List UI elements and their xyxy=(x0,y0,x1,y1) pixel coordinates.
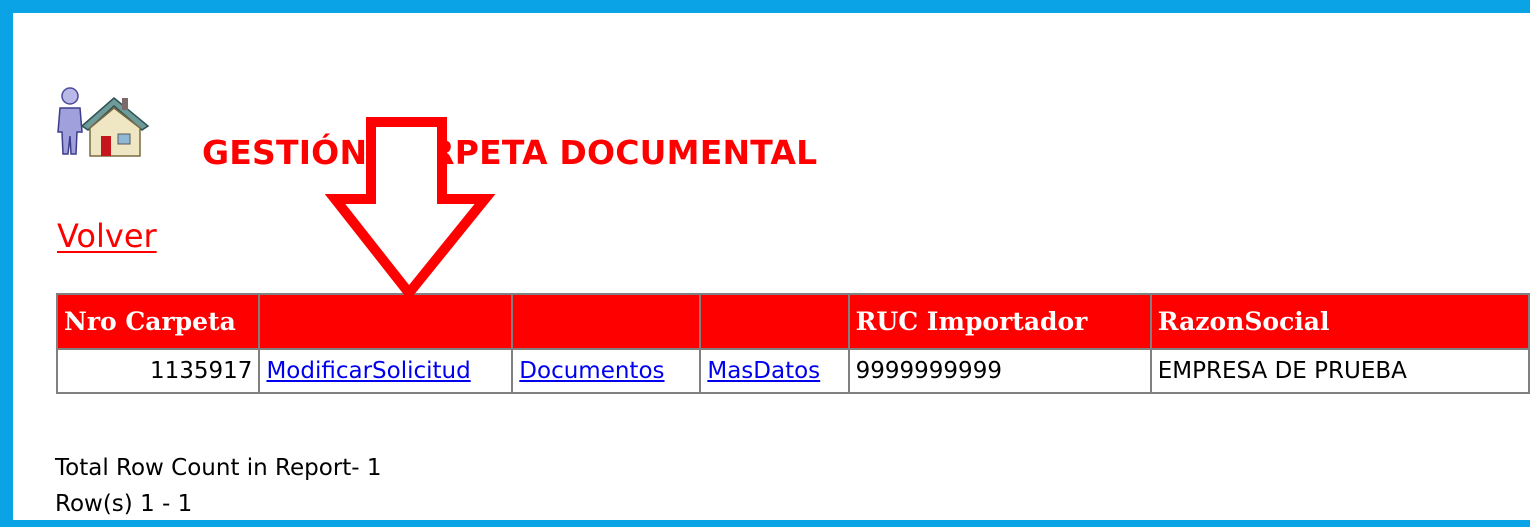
report-table: Nro Carpeta RUC Importador RazonSocial 1… xyxy=(56,293,1530,394)
cell-nro-carpeta: 1135917 xyxy=(58,350,259,392)
down-arrow-icon xyxy=(325,117,496,302)
column-header-razon-social: RazonSocial xyxy=(1151,295,1528,348)
cell-ruc: 9999999999 xyxy=(849,350,1150,392)
documentos-link[interactable]: Documentos xyxy=(519,358,664,384)
table-header-row: Nro Carpeta RUC Importador RazonSocial xyxy=(58,295,1528,348)
cell-masdatos: MasDatos xyxy=(701,350,848,392)
user-home-icon xyxy=(57,87,150,157)
column-header-nro-carpeta: Nro Carpeta xyxy=(58,295,259,348)
modificar-solicitud-link[interactable]: ModificarSolicitud xyxy=(266,358,470,384)
cell-razon-social: EMPRESA DE PRUEBA xyxy=(1151,350,1528,392)
back-link[interactable]: Volver xyxy=(57,217,157,255)
window-frame xyxy=(0,0,1530,527)
column-header-blank-1 xyxy=(260,295,512,348)
page-title: GESTIÓN CARPETA DOCUMENTAL xyxy=(202,133,818,172)
total-row-count: Total Row Count in Report- 1 xyxy=(55,455,382,481)
column-header-blank-3 xyxy=(701,295,848,348)
cell-documentos: Documentos xyxy=(513,350,700,392)
row-range: Row(s) 1 - 1 xyxy=(55,491,193,517)
table-row: 1135917 ModificarSolicitud Documentos Ma… xyxy=(58,350,1528,392)
cell-modificar: ModificarSolicitud xyxy=(260,350,512,392)
column-header-blank-2 xyxy=(513,295,700,348)
column-header-ruc-importador: RUC Importador xyxy=(849,295,1150,348)
mas-datos-link[interactable]: MasDatos xyxy=(707,358,820,384)
